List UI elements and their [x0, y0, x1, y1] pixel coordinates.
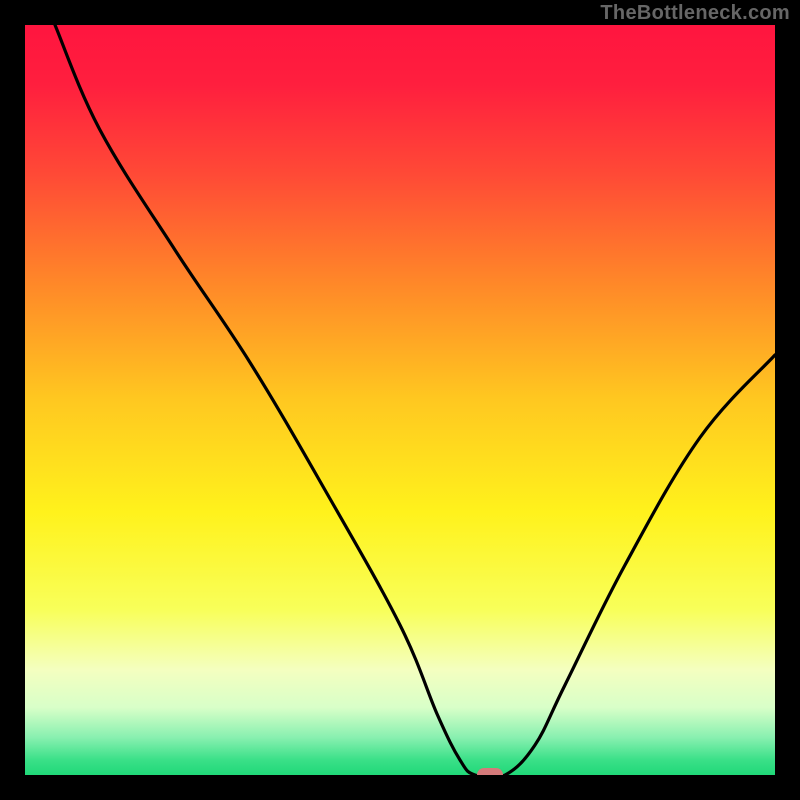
- watermark-text: TheBottleneck.com: [600, 2, 790, 25]
- chart-frame: TheBottleneck.com: [0, 0, 800, 800]
- plot-area: [25, 25, 775, 775]
- bottleneck-curve: [55, 25, 775, 775]
- curve-svg: [25, 25, 775, 775]
- optimal-marker: [477, 768, 503, 775]
